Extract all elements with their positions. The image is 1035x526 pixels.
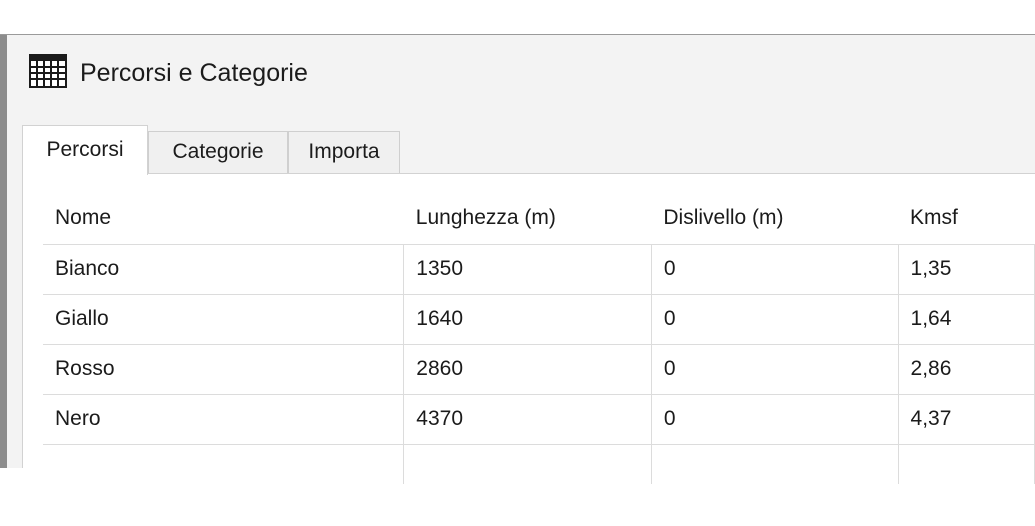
- tab-percorsi[interactable]: Percorsi: [22, 125, 148, 175]
- cell-kmsf[interactable]: 1,35: [897, 243, 1035, 295]
- cell-kmsf[interactable]: 4,37: [897, 393, 1035, 445]
- cell-nome[interactable]: Nero: [43, 393, 405, 445]
- window-title: Percorsi e Categorie: [80, 59, 308, 87]
- column-header-lunghezza[interactable]: Lunghezza (m): [403, 192, 652, 245]
- cell-dislivello-new[interactable]: [650, 443, 899, 484]
- cell-kmsf-new[interactable]: [897, 443, 1035, 484]
- app-window: Percorsi e Categorie Percorsi Categorie …: [0, 34, 1035, 484]
- screen: Percorsi e Categorie Percorsi Categorie …: [0, 0, 1035, 526]
- tab-panel-percorsi: Nome Lunghezza (m) Dislivello (m) Kmsf B…: [22, 173, 1035, 484]
- table-row[interactable]: Rosso 2860 0 2,86: [43, 343, 1035, 395]
- cell-kmsf[interactable]: 2,86: [897, 343, 1035, 395]
- cell-dislivello[interactable]: 0: [650, 243, 899, 295]
- cell-lunghezza[interactable]: 1640: [403, 293, 652, 345]
- window-border: [0, 35, 7, 468]
- table-row[interactable]: Nero 4370 0 4,37: [43, 393, 1035, 445]
- column-header-dislivello[interactable]: Dislivello (m): [651, 192, 899, 245]
- tab-categorie[interactable]: Categorie: [148, 131, 288, 173]
- cell-nome[interactable]: Giallo: [43, 293, 405, 345]
- cell-nome-new[interactable]: [43, 443, 405, 484]
- column-header-kmsf[interactable]: Kmsf: [898, 192, 1035, 245]
- table-header-row: Nome Lunghezza (m) Dislivello (m) Kmsf: [43, 192, 1035, 245]
- cell-lunghezza[interactable]: 1350: [403, 243, 652, 295]
- cell-dislivello[interactable]: 0: [650, 393, 899, 445]
- table-row[interactable]: Bianco 1350 0 1,35: [43, 243, 1035, 295]
- tab-importa[interactable]: Importa: [288, 131, 400, 173]
- column-header-nome[interactable]: Nome: [43, 192, 404, 245]
- cell-lunghezza[interactable]: 2860: [403, 343, 652, 395]
- cell-nome[interactable]: Bianco: [43, 243, 405, 295]
- table-row[interactable]: Giallo 1640 0 1,64: [43, 293, 1035, 345]
- title-bar[interactable]: Percorsi e Categorie: [7, 35, 1035, 115]
- cell-dislivello[interactable]: 0: [650, 293, 899, 345]
- table-grid-icon: [29, 54, 67, 88]
- cell-nome[interactable]: Rosso: [43, 343, 405, 395]
- cell-lunghezza[interactable]: 4370: [403, 393, 652, 445]
- cell-kmsf[interactable]: 1,64: [897, 293, 1035, 345]
- percorsi-grid: Nome Lunghezza (m) Dislivello (m) Kmsf B…: [43, 192, 1035, 484]
- new-row-placeholder[interactable]: [43, 443, 1035, 484]
- cell-dislivello[interactable]: 0: [650, 343, 899, 395]
- cell-lunghezza-new[interactable]: [403, 443, 652, 484]
